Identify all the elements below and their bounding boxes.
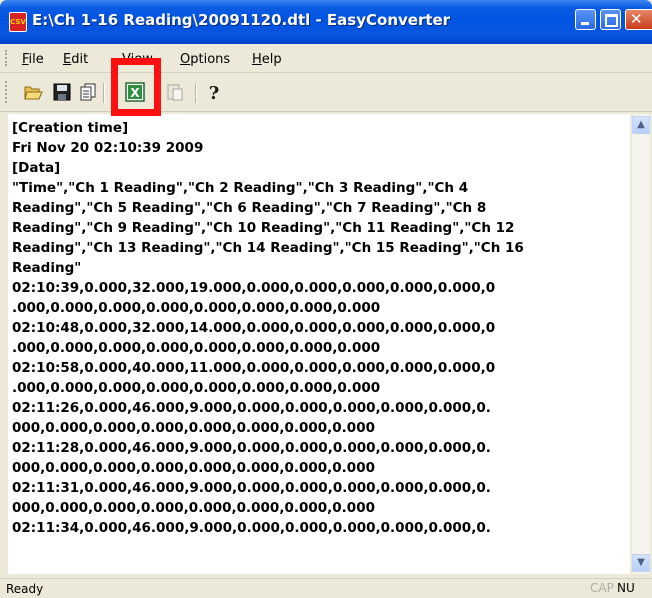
minimize-icon	[581, 22, 589, 25]
data-line: 02:10:48,0.000,32.000,14.000,0.000,0.000…	[12, 320, 496, 336]
status-bar: Ready CAP NU	[0, 578, 652, 598]
data-line: 02:11:26,0.000,46.000,9.000,0.000,0.000,…	[12, 400, 491, 416]
menu-options-label: ptions	[190, 52, 231, 67]
window-title: E:\Ch 1-16 Reading\20091120.dtl - EasyCo…	[32, 11, 451, 29]
menu-edit[interactable]: Edit	[63, 52, 88, 67]
menu-options[interactable]: Options	[180, 52, 230, 67]
data-line: 02:11:31,0.000,46.000,9.000,0.000,0.000,…	[12, 480, 491, 496]
data-line: .000,0.000,0.000,0.000,0.000,0.000,0.000…	[12, 340, 381, 356]
num-lock-indicator: NU	[617, 581, 635, 595]
menu-options-accel: O	[180, 52, 191, 67]
data-line: [Creation time]	[12, 120, 129, 136]
maximize-icon	[605, 14, 618, 27]
data-line: Reading"	[12, 260, 82, 276]
scroll-up-button[interactable]: ▲	[632, 116, 650, 134]
menu-edit-accel: E	[63, 52, 72, 67]
help-button[interactable]: ?	[204, 82, 224, 104]
title-bar[interactable]: CSV E:\Ch 1-16 Reading\20091120.dtl - Ea…	[0, 0, 652, 44]
data-line: 000,0.000,0.000,0.000,0.000,0.000,0.000,…	[12, 420, 375, 436]
open-button[interactable]	[24, 82, 44, 102]
scroll-up-icon: ▲	[637, 119, 645, 130]
caps-lock-indicator: CAP	[590, 581, 614, 595]
menu-file-label: ile	[28, 52, 44, 67]
data-line: 02:11:34,0.000,46.000,9.000,0.000,0.000,…	[12, 520, 491, 536]
data-line: 02:10:39,0.000,32.000,19.000,0.000,0.000…	[12, 280, 496, 296]
save-button[interactable]	[52, 82, 72, 102]
copy-button[interactable]	[78, 82, 98, 102]
scroll-down-button[interactable]: ▼	[632, 554, 650, 572]
menu-file[interactable]: File	[22, 52, 44, 67]
data-line: "Time","Ch 1 Reading","Ch 2 Reading","Ch…	[12, 180, 469, 196]
data-line: 02:10:58,0.000,40.000,11.000,0.000,0.000…	[12, 360, 496, 376]
status-text: Ready	[6, 582, 44, 596]
scroll-down-icon: ▼	[637, 557, 645, 568]
data-line: 000,0.000,0.000,0.000,0.000,0.000,0.000,…	[12, 500, 375, 516]
data-line: Fri Nov 20 02:10:39 2009	[12, 140, 204, 156]
data-line: Reading","Ch 5 Reading","Ch 6 Reading","…	[12, 200, 487, 216]
vertical-scrollbar[interactable]: ▲ ▼	[632, 114, 650, 574]
open-folder-icon	[24, 86, 43, 100]
menu-edit-label: dit	[71, 52, 89, 67]
data-line: .000,0.000,0.000,0.000,0.000,0.000,0.000…	[12, 380, 381, 396]
minimize-button[interactable]	[575, 9, 596, 30]
easyconverter-window: CSV E:\Ch 1-16 Reading\20091120.dtl - Ea…	[0, 0, 652, 598]
toolbar-separator	[103, 83, 105, 103]
help-icon: ?	[209, 83, 220, 104]
data-line: .000,0.000,0.000,0.000,0.000,0.000,0.000…	[12, 300, 381, 316]
data-line: Reading","Ch 9 Reading","Ch 10 Reading",…	[12, 220, 515, 236]
menu-help-accel: H	[252, 52, 262, 67]
menu-help[interactable]: Help	[252, 52, 282, 67]
paste-icon	[167, 84, 183, 101]
maximize-button[interactable]	[600, 9, 621, 30]
close-icon: ✕	[630, 10, 643, 28]
menu-bar: File Edit View Options Help	[0, 44, 652, 73]
toolbar-separator	[195, 83, 197, 103]
excel-button-highlight	[111, 58, 161, 116]
data-line: Reading","Ch 13 Reading","Ch 14 Reading"…	[12, 240, 524, 256]
help-glyph: ?	[209, 83, 220, 102]
data-line: [Data]	[12, 160, 61, 176]
data-text-area[interactable]: [Creation time] Fri Nov 20 02:10:39 2009 […	[8, 114, 630, 574]
data-line: 000,0.000,0.000,0.000,0.000,0.000,0.000,…	[12, 460, 375, 476]
menu-grip[interactable]	[5, 50, 10, 66]
toolbar: X ?	[0, 73, 652, 112]
data-line: 02:11:28,0.000,46.000,9.000,0.000,0.000,…	[12, 440, 491, 456]
copy-icon	[80, 83, 96, 101]
paste-button[interactable]	[165, 82, 185, 102]
app-icon[interactable]: CSV	[9, 12, 27, 32]
save-icon	[53, 83, 71, 101]
toolbar-grip[interactable]	[5, 81, 10, 103]
data-text: [Creation time] Fri Nov 20 02:10:39 2009 […	[12, 118, 624, 538]
menu-help-label: elp	[261, 52, 282, 67]
close-button[interactable]: ✕	[625, 9, 652, 30]
